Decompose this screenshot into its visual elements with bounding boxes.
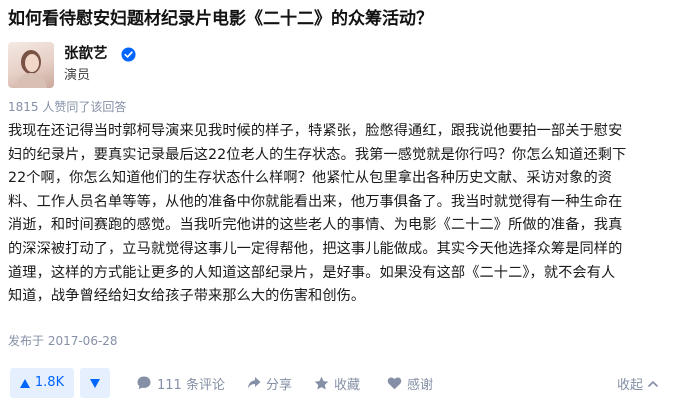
author-headline: 演员 — [64, 68, 91, 83]
answer-line: 我现在还记得当时郭柯导演来见我时候的样子，特紧张，脸憋得通红，跟我说他要拍一部关… — [8, 123, 623, 139]
share-label: 分享 — [266, 377, 293, 393]
avatar-portrait-icon — [16, 50, 47, 88]
comment-bubble-icon — [137, 376, 151, 390]
star-icon — [314, 376, 329, 389]
answer-line: 22个啊，你怎么知道他们的生存状态什么样啊？他紧忙从包里拿出各种历史文献、采访对… — [8, 170, 613, 187]
publish-date[interactable]: 发布于 2017-06-28 — [8, 333, 118, 349]
author-name[interactable]: 张歆艺 — [64, 44, 108, 64]
comment-count: 111 条评论 — [157, 377, 225, 393]
answer-line: 料、工作人员名单等等，从他的准备中你就能看出来，他万事俱备了。我当时就觉得有一种… — [8, 193, 623, 210]
triangle-up-icon — [19, 378, 30, 388]
answer-content: 我现在还记得当时郭柯导演来见我时候的样子，特紧张，脸憋得通红，跟我说他要拍一部关… — [8, 120, 664, 309]
heart-icon — [387, 377, 402, 390]
share-arrow-icon — [247, 377, 261, 389]
collapse-label: 收起 — [617, 377, 644, 393]
thanks-button[interactable]: 感谢 — [387, 368, 433, 398]
comment-button[interactable]: 111 条评论 — [136, 368, 225, 398]
thanks-label: 感谢 — [407, 377, 434, 393]
answer-line: 道理，这样的方式能让更多的人知道这部纪录片，是好事。如果没有这部《二十二》，就不… — [8, 264, 616, 281]
share-button[interactable]: 分享 — [247, 368, 292, 398]
answer-line: 的深深被打动了，立马就觉得这事儿一定得帮他，把这事儿能做成。其实今天他选择众筹是… — [8, 240, 623, 257]
action-bar: 1.8K 111 条评论 分享 收藏 感谢 收起 — [0, 368, 677, 400]
collapse-button[interactable]: 收起 — [617, 368, 658, 398]
answer-line: 消逝，和时间赛跑的感觉。当我听完他讲的这些老人的事情、为电影《二十二》所做的准备… — [8, 217, 623, 234]
verified-badge-icon — [121, 47, 136, 62]
upvote-button[interactable]: 1.8K — [10, 368, 74, 398]
chevron-up-icon — [648, 380, 658, 387]
triangle-down-icon — [90, 378, 100, 388]
collect-button[interactable]: 收藏 — [314, 368, 360, 398]
downvote-button[interactable] — [80, 368, 110, 398]
upvote-count: 1.8K — [34, 375, 65, 390]
collect-label: 收藏 — [334, 377, 361, 393]
author-info: 张歆艺 演员 — [8, 42, 408, 88]
question-title[interactable]: 如何看待慰安妇题材纪录片电影《二十二》的众筹活动？ — [8, 6, 669, 32]
upvote-summary[interactable]: 1815 人赞同了该回答 — [8, 99, 126, 115]
author-avatar[interactable] — [8, 42, 54, 88]
answer-line: 妇的纪录片，要真实记录最后这22位老人的生存状态。我第一感觉就是你行吗？你怎么知… — [8, 146, 627, 163]
answer-line: 知道，战争曾经给妇女给孩子带来那么大的伤害和创伤。 — [8, 288, 366, 305]
